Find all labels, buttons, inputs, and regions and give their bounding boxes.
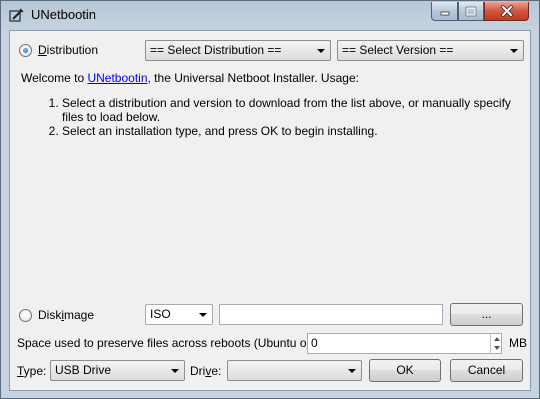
main-panel: Distribution == Select Distribution == =… xyxy=(9,30,531,391)
persistence-size-input[interactable]: 0 xyxy=(307,333,502,354)
usage-step: Select an installation type, and press O… xyxy=(62,124,514,138)
app-icon xyxy=(9,8,24,22)
persistence-unit: MB xyxy=(509,336,527,350)
type-select[interactable]: USB Drive xyxy=(50,360,185,381)
welcome-text: Welcome to UNetbootin, the Universal Net… xyxy=(21,71,359,85)
spin-down-icon[interactable] xyxy=(494,346,500,350)
chevron-down-icon xyxy=(510,49,518,53)
cancel-button[interactable]: Cancel xyxy=(450,359,523,382)
maximize-button[interactable] xyxy=(458,2,484,21)
unetbootin-window: UNetbootin Distribution == Select Distri… xyxy=(0,0,540,399)
diskimage-label[interactable]: Diskimage xyxy=(38,308,94,322)
usage-steps: Select a distribution and version to dow… xyxy=(34,96,514,138)
drive-select[interactable] xyxy=(227,360,362,381)
chevron-down-icon xyxy=(317,49,325,53)
distribution-radio[interactable] xyxy=(19,44,32,57)
distribution-label[interactable]: Distribution xyxy=(38,43,98,57)
image-format-select[interactable]: ISO xyxy=(145,304,213,325)
diskimage-radio[interactable] xyxy=(19,309,32,322)
title-bar[interactable]: UNetbootin xyxy=(1,1,539,29)
image-path-input[interactable] xyxy=(219,304,443,325)
unetbootin-link[interactable]: UNetbootin xyxy=(87,71,147,85)
close-icon xyxy=(499,5,514,17)
minimize-button[interactable] xyxy=(431,2,458,21)
persistence-label: Space used to preserve files across rebo… xyxy=(17,336,330,350)
drive-label: Drive: xyxy=(190,364,222,378)
chevron-down-icon xyxy=(348,369,356,373)
minimize-icon xyxy=(440,11,449,16)
distribution-select[interactable]: == Select Distribution == xyxy=(145,40,331,61)
spin-up-icon[interactable] xyxy=(494,337,500,341)
close-button[interactable] xyxy=(484,2,529,21)
window-title: UNetbootin xyxy=(31,7,97,22)
usage-step: Select a distribution and version to dow… xyxy=(62,96,514,124)
version-select[interactable]: == Select Version == xyxy=(337,40,524,61)
chevron-down-icon xyxy=(199,313,207,317)
chevron-down-icon xyxy=(171,369,179,373)
type-label: Type: xyxy=(17,364,47,378)
browse-button[interactable]: ... xyxy=(450,303,523,326)
maximize-icon xyxy=(465,6,477,16)
persistence-spinner[interactable] xyxy=(490,333,504,354)
ok-button[interactable]: OK xyxy=(369,359,441,382)
